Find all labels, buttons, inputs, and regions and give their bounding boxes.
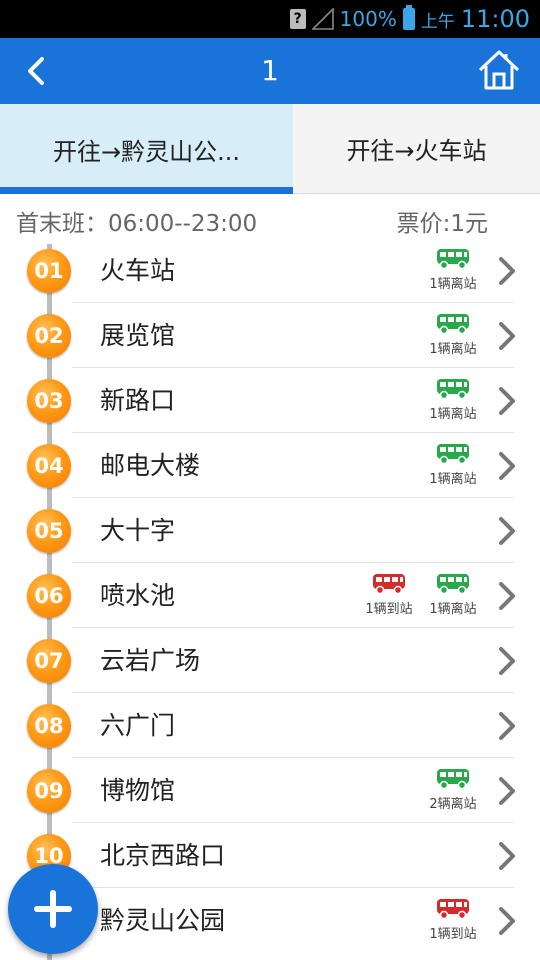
bus-status-label: 1辆离站 xyxy=(429,472,477,487)
bus-status-label: 2辆离站 xyxy=(429,797,477,812)
bus-indicator: 2辆离站 xyxy=(422,768,484,812)
stop-number-badge: 08 xyxy=(27,704,71,748)
stop-name: 新路口 xyxy=(100,386,176,415)
stop-row[interactable]: 04 邮电大楼 1辆离站 xyxy=(0,433,540,498)
stop-row[interactable]: 08 六广门 xyxy=(0,693,540,758)
chevron-right-icon xyxy=(499,452,515,480)
bus-status-label: 1辆离站 xyxy=(429,407,477,422)
direction-tabs: 开往→黔灵山公... 开往→火车站 xyxy=(0,104,540,194)
status-bar: ? 100% 上午 11:00 xyxy=(0,0,540,38)
bus-indicator: 1辆离站 xyxy=(422,248,484,292)
chevron-right-icon xyxy=(499,322,515,350)
bus-indicator: 1辆到站 xyxy=(422,898,484,942)
back-arrow-icon[interactable] xyxy=(18,51,58,91)
chevron-right-icon xyxy=(499,907,515,935)
bus-icon xyxy=(437,444,469,465)
stop-name: 火车站 xyxy=(100,256,176,285)
stop-number-badge: 01 xyxy=(27,249,71,293)
chevron-right-icon xyxy=(499,387,515,415)
bus-icon xyxy=(437,899,469,920)
stop-name: 大十字 xyxy=(100,516,176,545)
bus-indicator: 1辆离站 xyxy=(422,573,484,617)
battery-icon xyxy=(402,5,415,30)
status-ampm: 上午 xyxy=(420,11,455,32)
stop-row[interactable]: 02 展览馆 1辆离站 xyxy=(0,303,540,368)
schedule-text: 首末班：06:00--23:00 xyxy=(16,211,258,237)
stop-name: 六广门 xyxy=(100,711,176,740)
stop-number-badge: 06 xyxy=(27,574,71,618)
status-time: 11:00 xyxy=(460,5,530,33)
bus-icon xyxy=(437,574,469,595)
bus-status-label: 1辆离站 xyxy=(429,342,477,357)
chevron-right-icon xyxy=(499,647,515,675)
help-indicator-icon: ? xyxy=(289,9,306,29)
stop-list: 01 火车站 1辆离站 02 展览馆 1辆离站 03 新路口 1辆离站 04 邮… xyxy=(0,238,540,953)
bus-indicator: 1辆离站 xyxy=(422,378,484,422)
app-header: 1 xyxy=(0,38,540,104)
tab-to-qianlingshan[interactable]: 开往→黔灵山公... xyxy=(0,104,293,194)
stop-number-badge: 07 xyxy=(27,639,71,683)
stop-number-badge: 02 xyxy=(27,314,71,358)
stop-row[interactable]: 01 火车站 1辆离站 xyxy=(0,238,540,303)
plus-icon xyxy=(34,890,72,928)
chevron-right-icon xyxy=(499,777,515,805)
status-icons: ? 100% 上午 11:00 xyxy=(289,0,530,38)
bus-status-label: 1辆到站 xyxy=(365,602,413,617)
bus-icon xyxy=(437,769,469,790)
home-icon[interactable] xyxy=(478,48,520,92)
battery-percent: 100% xyxy=(339,7,397,31)
add-favorite-button[interactable] xyxy=(8,864,98,954)
bus-indicator: 1辆到站 xyxy=(358,573,420,617)
stop-number-badge: 05 xyxy=(27,509,71,553)
stop-name: 喷水池 xyxy=(100,581,176,610)
bus-status-label: 1辆离站 xyxy=(429,602,477,617)
stop-row[interactable]: 05 大十字 xyxy=(0,498,540,563)
chevron-right-icon xyxy=(499,842,515,870)
bus-icon xyxy=(437,379,469,400)
bus-indicator: 1辆离站 xyxy=(422,313,484,357)
stop-name: 展览馆 xyxy=(100,321,176,350)
bus-icon xyxy=(373,574,405,595)
fare-text: 票价:1元 xyxy=(396,211,488,237)
stop-number-badge: 03 xyxy=(27,379,71,423)
stop-name: 博物馆 xyxy=(100,776,176,805)
bus-status-label: 1辆离站 xyxy=(429,277,477,292)
chevron-right-icon xyxy=(499,582,515,610)
chevron-right-icon xyxy=(499,712,515,740)
signal-icon xyxy=(311,8,334,30)
stop-name: 云岩广场 xyxy=(100,646,201,675)
bus-indicator: 1辆离站 xyxy=(422,443,484,487)
stop-row[interactable]: 07 云岩广场 xyxy=(0,628,540,693)
stop-number-badge: 09 xyxy=(27,769,71,813)
stop-name: 北京西路口 xyxy=(100,841,226,870)
chevron-right-icon xyxy=(499,517,515,545)
stop-name: 邮电大楼 xyxy=(100,451,201,480)
bus-status-label: 1辆到站 xyxy=(429,927,477,942)
bus-icon xyxy=(437,314,469,335)
stop-row[interactable]: 06 喷水池 1辆到站 1辆离站 xyxy=(0,563,540,628)
stop-row[interactable]: 03 新路口 1辆离站 xyxy=(0,368,540,433)
page-title: 1 xyxy=(261,54,279,87)
chevron-right-icon xyxy=(499,257,515,285)
stop-number-badge: 04 xyxy=(27,444,71,488)
route-info: 首末班：06:00--23:00 票价:1元 xyxy=(0,194,540,244)
tab-to-train-station[interactable]: 开往→火车站 xyxy=(293,104,540,194)
bus-icon xyxy=(437,249,469,270)
stop-name: 黔灵山公园 xyxy=(100,906,226,935)
stop-row[interactable]: 09 博物馆 2辆离站 xyxy=(0,758,540,823)
